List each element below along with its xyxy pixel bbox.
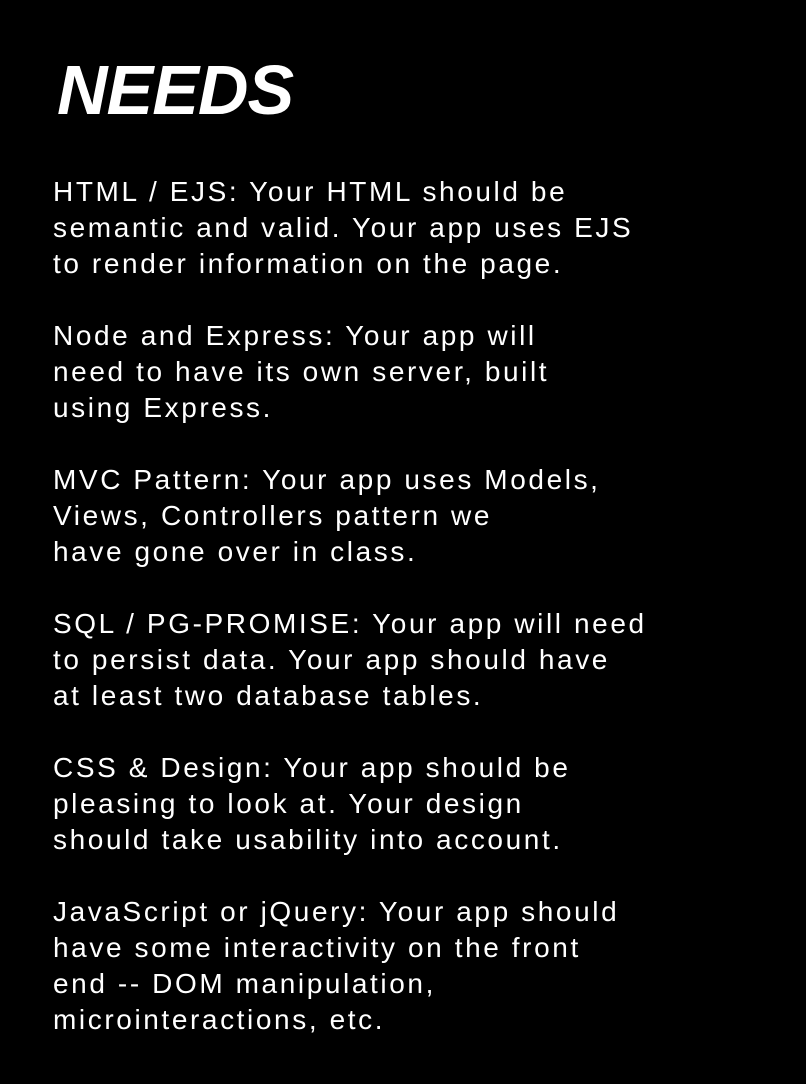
requirement-line: have gone over in class. [53,536,418,567]
requirement-line: Node and Express: Your app will [53,320,537,351]
requirement-line: SQL / PG-PROMISE: Your app will need [53,608,647,639]
requirement-line: to persist data. Your app should have [53,644,610,675]
requirement-line: CSS & Design: Your app should be [53,752,571,783]
requirement-line: have some interactivity on the front [53,932,581,963]
requirement-line: should take usability into account. [53,824,563,855]
requirement-line: need to have its own server, built [53,356,550,387]
requirement-line: microinteractions, etc. [53,1004,386,1035]
requirement-line: JavaScript or jQuery: Your app should [53,896,620,927]
requirement-line: HTML / EJS: Your HTML should be [53,176,568,207]
requirement-javascript-jquery: JavaScript or jQuery: Your app should ha… [53,894,773,1038]
requirement-mvc-pattern: MVC Pattern: Your app uses Models, Views… [53,462,773,570]
requirement-line: end -- DOM manipulation, [53,968,436,999]
requirement-html-ejs: HTML / EJS: Your HTML should be semantic… [53,174,773,282]
requirement-line: pleasing to look at. Your design [53,788,524,819]
requirements-list: HTML / EJS: Your HTML should be semantic… [53,174,773,1038]
requirement-line: Views, Controllers pattern we [53,500,493,531]
requirement-node-express: Node and Express: Your app will need to … [53,318,773,426]
page-title: NEEDS [57,51,294,129]
requirement-line: semantic and valid. Your app uses EJS [53,212,634,243]
requirement-sql-pg-promise: SQL / PG-PROMISE: Your app will need to … [53,606,773,714]
requirement-line: using Express. [53,392,274,423]
requirement-line: MVC Pattern: Your app uses Models, [53,464,601,495]
slide: NEEDS HTML / EJS: Your HTML should be se… [0,0,806,1084]
requirement-css-design: CSS & Design: Your app should be pleasin… [53,750,773,858]
requirement-line: at least two database tables. [53,680,484,711]
requirement-line: to render information on the page. [53,248,564,279]
